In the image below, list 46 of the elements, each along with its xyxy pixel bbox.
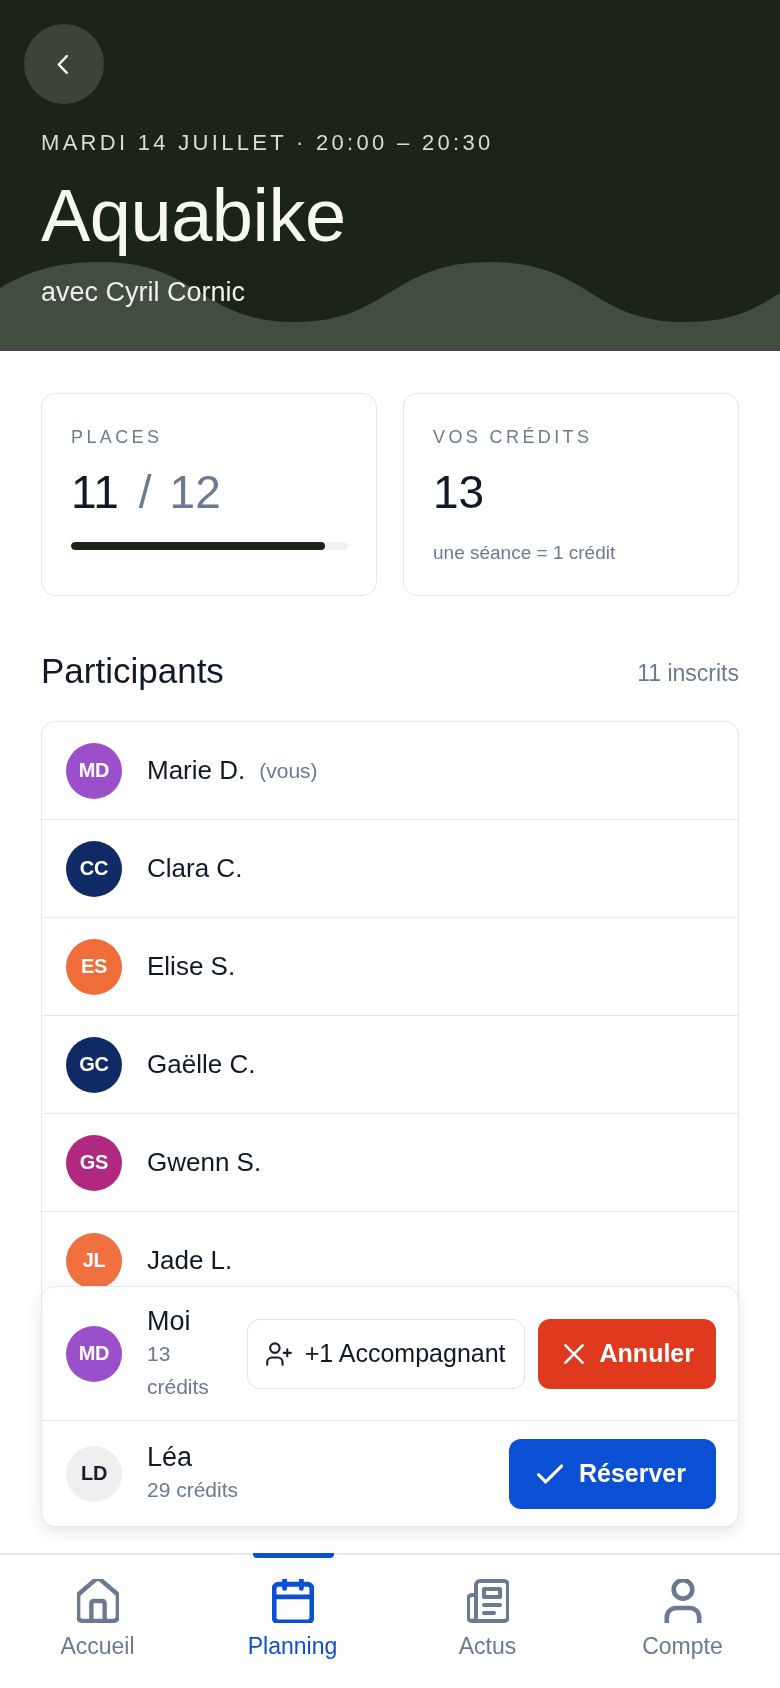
nav-tab[interactable]: Compte	[585, 1555, 780, 1688]
participant-count: 11 inscrits	[637, 659, 739, 687]
participant-name: Jade L.	[147, 1245, 233, 1276]
participant-name: Clara C.	[147, 853, 243, 884]
avatar: GC	[66, 1036, 122, 1093]
participant-name: Elise S.	[147, 951, 236, 982]
participant-name: Gaëlle C.	[147, 1049, 256, 1080]
places-taken: 11	[71, 466, 119, 518]
participant-name: Gwenn S.	[147, 1147, 262, 1178]
credits-text: 29 crédits	[147, 1477, 240, 1503]
calendar-icon	[271, 1579, 314, 1623]
nav-tab[interactable]: Accueil	[0, 1555, 195, 1688]
stat-label: VOS CRÉDITS	[433, 426, 594, 448]
user-icon	[661, 1579, 704, 1623]
date-time-text: MARDI 14 JUILLET · 20:00 – 20:30	[41, 131, 495, 155]
class-title: Aquabike	[41, 175, 347, 256]
you-label: (vous)	[259, 758, 318, 783]
instructor-text: avec Cyril Cornic	[41, 277, 247, 307]
person-plus-icon	[265, 1340, 292, 1367]
participant-name: Marie D.	[147, 755, 246, 786]
nav-tab[interactable]: Planning	[195, 1555, 390, 1688]
cancel-button[interactable]: Annuler	[537, 1318, 716, 1389]
places-total: 12	[169, 466, 221, 518]
chevron-left-icon	[57, 54, 68, 74]
avatar: GS	[66, 1134, 122, 1191]
avatar: ES	[66, 938, 122, 995]
booker-name: Léa	[147, 1441, 194, 1473]
nav-tab[interactable]: Actus	[390, 1555, 585, 1688]
reserve-button[interactable]: Réserver	[508, 1438, 716, 1509]
credits-text: 13 crédits	[147, 1340, 210, 1400]
avatar: JL	[66, 1232, 122, 1289]
add-companion-button[interactable]: +1 Accompagnant	[246, 1318, 525, 1389]
avatar: MD	[66, 1325, 122, 1382]
avatar: LD	[66, 1445, 122, 1502]
avatar: CC	[66, 840, 122, 897]
credits-value: 13	[433, 466, 485, 518]
avatar: MD	[66, 742, 122, 799]
close-icon	[563, 1343, 584, 1364]
stat-label: PLACES	[71, 426, 164, 448]
booker-name: Moi	[147, 1304, 192, 1337]
check-icon	[536, 1463, 563, 1484]
home-icon	[76, 1579, 119, 1623]
newspaper-icon	[466, 1579, 509, 1623]
places-separator: /	[138, 466, 152, 518]
participants-title: Participants	[41, 650, 224, 692]
credits-note: une séance = 1 crédit	[433, 541, 617, 565]
